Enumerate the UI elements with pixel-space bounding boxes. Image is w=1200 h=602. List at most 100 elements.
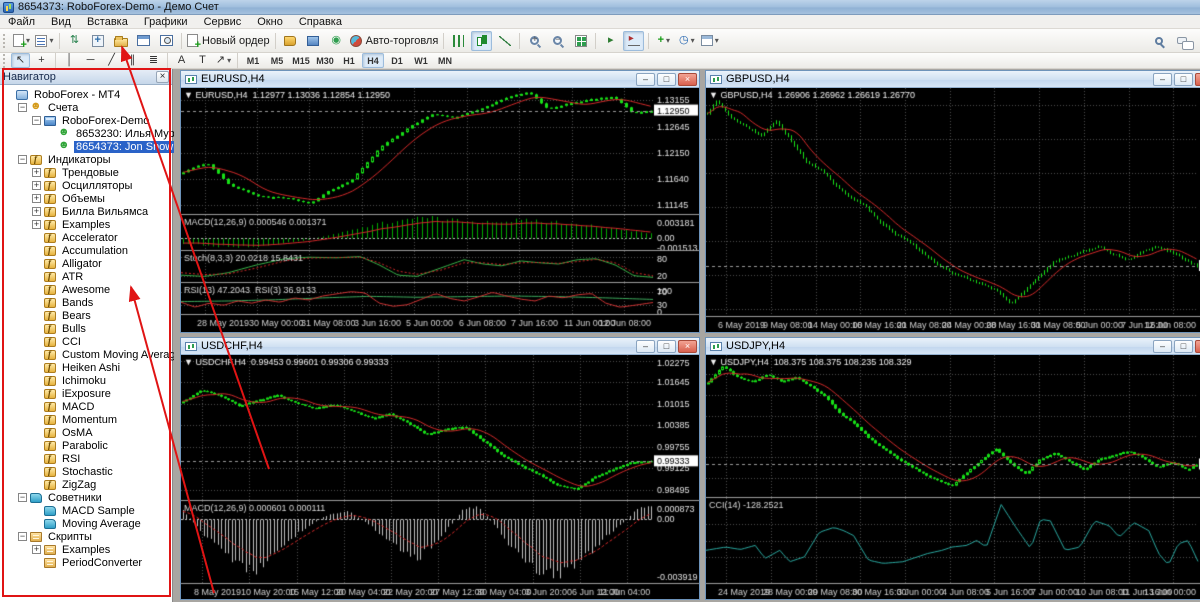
tree-item-счета[interactable]: −Счета bbox=[0, 101, 172, 114]
tree-expander[interactable]: − bbox=[32, 116, 41, 125]
strategy-tester-button[interactable] bbox=[156, 31, 177, 51]
global-variables-button[interactable] bbox=[303, 31, 324, 51]
tree-item-accumulation[interactable]: Accumulation bbox=[0, 244, 172, 257]
minimize-button[interactable]: – bbox=[1153, 73, 1172, 86]
timeframe-MN[interactable]: MN bbox=[434, 53, 456, 68]
tree-item-custom-moving-averages[interactable]: Custom Moving Averages bbox=[0, 348, 172, 361]
tree-item-parabolic[interactable]: Parabolic bbox=[0, 439, 172, 452]
tree-expander[interactable]: + bbox=[32, 545, 41, 554]
close-button[interactable]: × bbox=[678, 340, 697, 353]
new-chart-button[interactable] bbox=[11, 31, 32, 51]
search-button[interactable] bbox=[1148, 31, 1169, 51]
tree-expander[interactable]: + bbox=[32, 194, 41, 203]
chart-window-titlebar[interactable]: EURUSD,H4 – □ × bbox=[181, 71, 699, 88]
trendline-tool-button[interactable]: ╱ bbox=[102, 53, 121, 68]
cursor-tool-button[interactable]: ↖ bbox=[11, 53, 30, 68]
tree-expander[interactable]: + bbox=[32, 220, 41, 229]
fibonacci-tool-button[interactable]: ≣ bbox=[144, 53, 163, 68]
tree-item-8654373-jon-snow[interactable]: 8654373: Jon Snow bbox=[0, 140, 172, 153]
menu-item-Сервис[interactable]: Сервис bbox=[196, 15, 250, 29]
restore-button[interactable]: □ bbox=[1174, 340, 1193, 353]
restore-button[interactable]: □ bbox=[657, 340, 676, 353]
tree-item-roboforex-mt4[interactable]: RoboForex - MT4 bbox=[0, 88, 172, 101]
timeframe-M15[interactable]: M15 bbox=[290, 53, 312, 68]
chart-window-titlebar[interactable]: USDCHF,H4 – □ × bbox=[181, 338, 699, 355]
timeframe-D1[interactable]: D1 bbox=[386, 53, 408, 68]
navigator-header[interactable]: Навигатор × bbox=[0, 69, 172, 85]
navigator-button[interactable] bbox=[110, 31, 131, 51]
text-tool-button[interactable]: A bbox=[172, 53, 191, 68]
tree-item-rsi[interactable]: RSI bbox=[0, 452, 172, 465]
tree-item-momentum[interactable]: Momentum bbox=[0, 413, 172, 426]
chart-window-titlebar[interactable]: GBPUSD,H4 – □ × bbox=[706, 71, 1200, 88]
restore-button[interactable]: □ bbox=[657, 73, 676, 86]
tree-expander[interactable]: − bbox=[18, 493, 27, 502]
zoom-in-button[interactable] bbox=[524, 31, 545, 51]
tree-item-билла-вильямса[interactable]: +Билла Вильямса bbox=[0, 205, 172, 218]
menu-item-Вставка[interactable]: Вставка bbox=[79, 15, 136, 29]
close-button[interactable]: × bbox=[1195, 73, 1200, 86]
tree-item-accelerator[interactable]: Accelerator bbox=[0, 231, 172, 244]
timeframe-M1[interactable]: M1 bbox=[242, 53, 264, 68]
chart-shift-button[interactable] bbox=[623, 31, 644, 51]
arrows-tool-button[interactable]: ↗ bbox=[214, 53, 233, 68]
tile-windows-button[interactable] bbox=[570, 31, 591, 51]
line-chart-button[interactable] bbox=[494, 31, 515, 51]
toolbar-grip[interactable] bbox=[3, 54, 6, 68]
tree-expander[interactable]: + bbox=[32, 168, 41, 177]
tree-item-трендовые[interactable]: +Трендовые bbox=[0, 166, 172, 179]
tree-item-roboforex-demo[interactable]: −RoboForex-Demo bbox=[0, 114, 172, 127]
tree-item-8653230-илья-муромец[interactable]: 8653230: Илья Муромец bbox=[0, 127, 172, 140]
channel-tool-button[interactable]: ∥ bbox=[123, 53, 142, 68]
horizontal-line-tool-button[interactable]: ─ bbox=[81, 53, 100, 68]
tree-item-cci[interactable]: CCI bbox=[0, 335, 172, 348]
tree-item-macd-sample[interactable]: MACD Sample bbox=[0, 504, 172, 517]
chat-button[interactable] bbox=[1171, 31, 1192, 51]
tree-item-periodconverter[interactable]: PeriodConverter bbox=[0, 556, 172, 569]
tree-item-moving-average[interactable]: Moving Average bbox=[0, 517, 172, 530]
timeframe-M5[interactable]: M5 bbox=[266, 53, 288, 68]
menu-item-Вид[interactable]: Вид bbox=[43, 15, 79, 29]
tree-item-examples[interactable]: +Examples bbox=[0, 543, 172, 556]
minimize-button[interactable]: – bbox=[1153, 340, 1172, 353]
menu-item-Справка[interactable]: Справка bbox=[291, 15, 350, 29]
profiles-button[interactable] bbox=[34, 31, 55, 51]
indicators-button[interactable]: + bbox=[653, 31, 674, 51]
close-button[interactable]: × bbox=[678, 73, 697, 86]
chart-canvas-eurusd[interactable] bbox=[181, 88, 699, 332]
new-order-button[interactable]: Новый ордер bbox=[186, 31, 271, 51]
chart-canvas-usdjpy[interactable] bbox=[706, 355, 1200, 599]
tree-item-объемы[interactable]: +Объемы bbox=[0, 192, 172, 205]
tree-item-iexposure[interactable]: iExposure bbox=[0, 387, 172, 400]
close-button[interactable]: × bbox=[1195, 340, 1200, 353]
tree-item-awesome[interactable]: Awesome bbox=[0, 283, 172, 296]
tree-item-советники[interactable]: −Советники bbox=[0, 491, 172, 504]
tree-item-alligator[interactable]: Alligator bbox=[0, 257, 172, 270]
tree-item-examples[interactable]: +Examples bbox=[0, 218, 172, 231]
tree-item-осцилляторы[interactable]: +Осцилляторы bbox=[0, 179, 172, 192]
timeframe-H4[interactable]: H4 bbox=[362, 53, 384, 68]
tree-item-bears[interactable]: Bears bbox=[0, 309, 172, 322]
minimize-button[interactable]: – bbox=[636, 340, 655, 353]
toolbar-grip[interactable] bbox=[3, 34, 6, 48]
menu-item-Графики[interactable]: Графики bbox=[136, 15, 196, 29]
tree-item-скрипты[interactable]: −Скрипты bbox=[0, 530, 172, 543]
periods-button[interactable]: ◷ bbox=[676, 31, 697, 51]
tree-expander[interactable]: + bbox=[32, 181, 41, 190]
timeframe-M30[interactable]: M30 bbox=[314, 53, 336, 68]
timeframe-H1[interactable]: H1 bbox=[338, 53, 360, 68]
tree-item-индикаторы[interactable]: −Индикаторы bbox=[0, 153, 172, 166]
chart-window-titlebar[interactable]: USDJPY,H4 – □ × bbox=[706, 338, 1200, 355]
auto-scroll-button[interactable]: ▸ bbox=[600, 31, 621, 51]
label-tool-button[interactable]: T bbox=[193, 53, 212, 68]
tree-item-zigzag[interactable]: ZigZag bbox=[0, 478, 172, 491]
candlestick-chart-button[interactable] bbox=[471, 31, 492, 51]
vertical-line-tool-button[interactable]: │ bbox=[60, 53, 79, 68]
navigator-close-button[interactable]: × bbox=[156, 71, 169, 83]
tree-expander[interactable]: − bbox=[18, 155, 27, 164]
tree-expander[interactable]: + bbox=[32, 207, 41, 216]
tree-item-atr[interactable]: ATR bbox=[0, 270, 172, 283]
minimize-button[interactable]: – bbox=[636, 73, 655, 86]
chart-canvas-usdchf[interactable] bbox=[181, 355, 699, 599]
tree-item-ichimoku[interactable]: Ichimoku bbox=[0, 374, 172, 387]
